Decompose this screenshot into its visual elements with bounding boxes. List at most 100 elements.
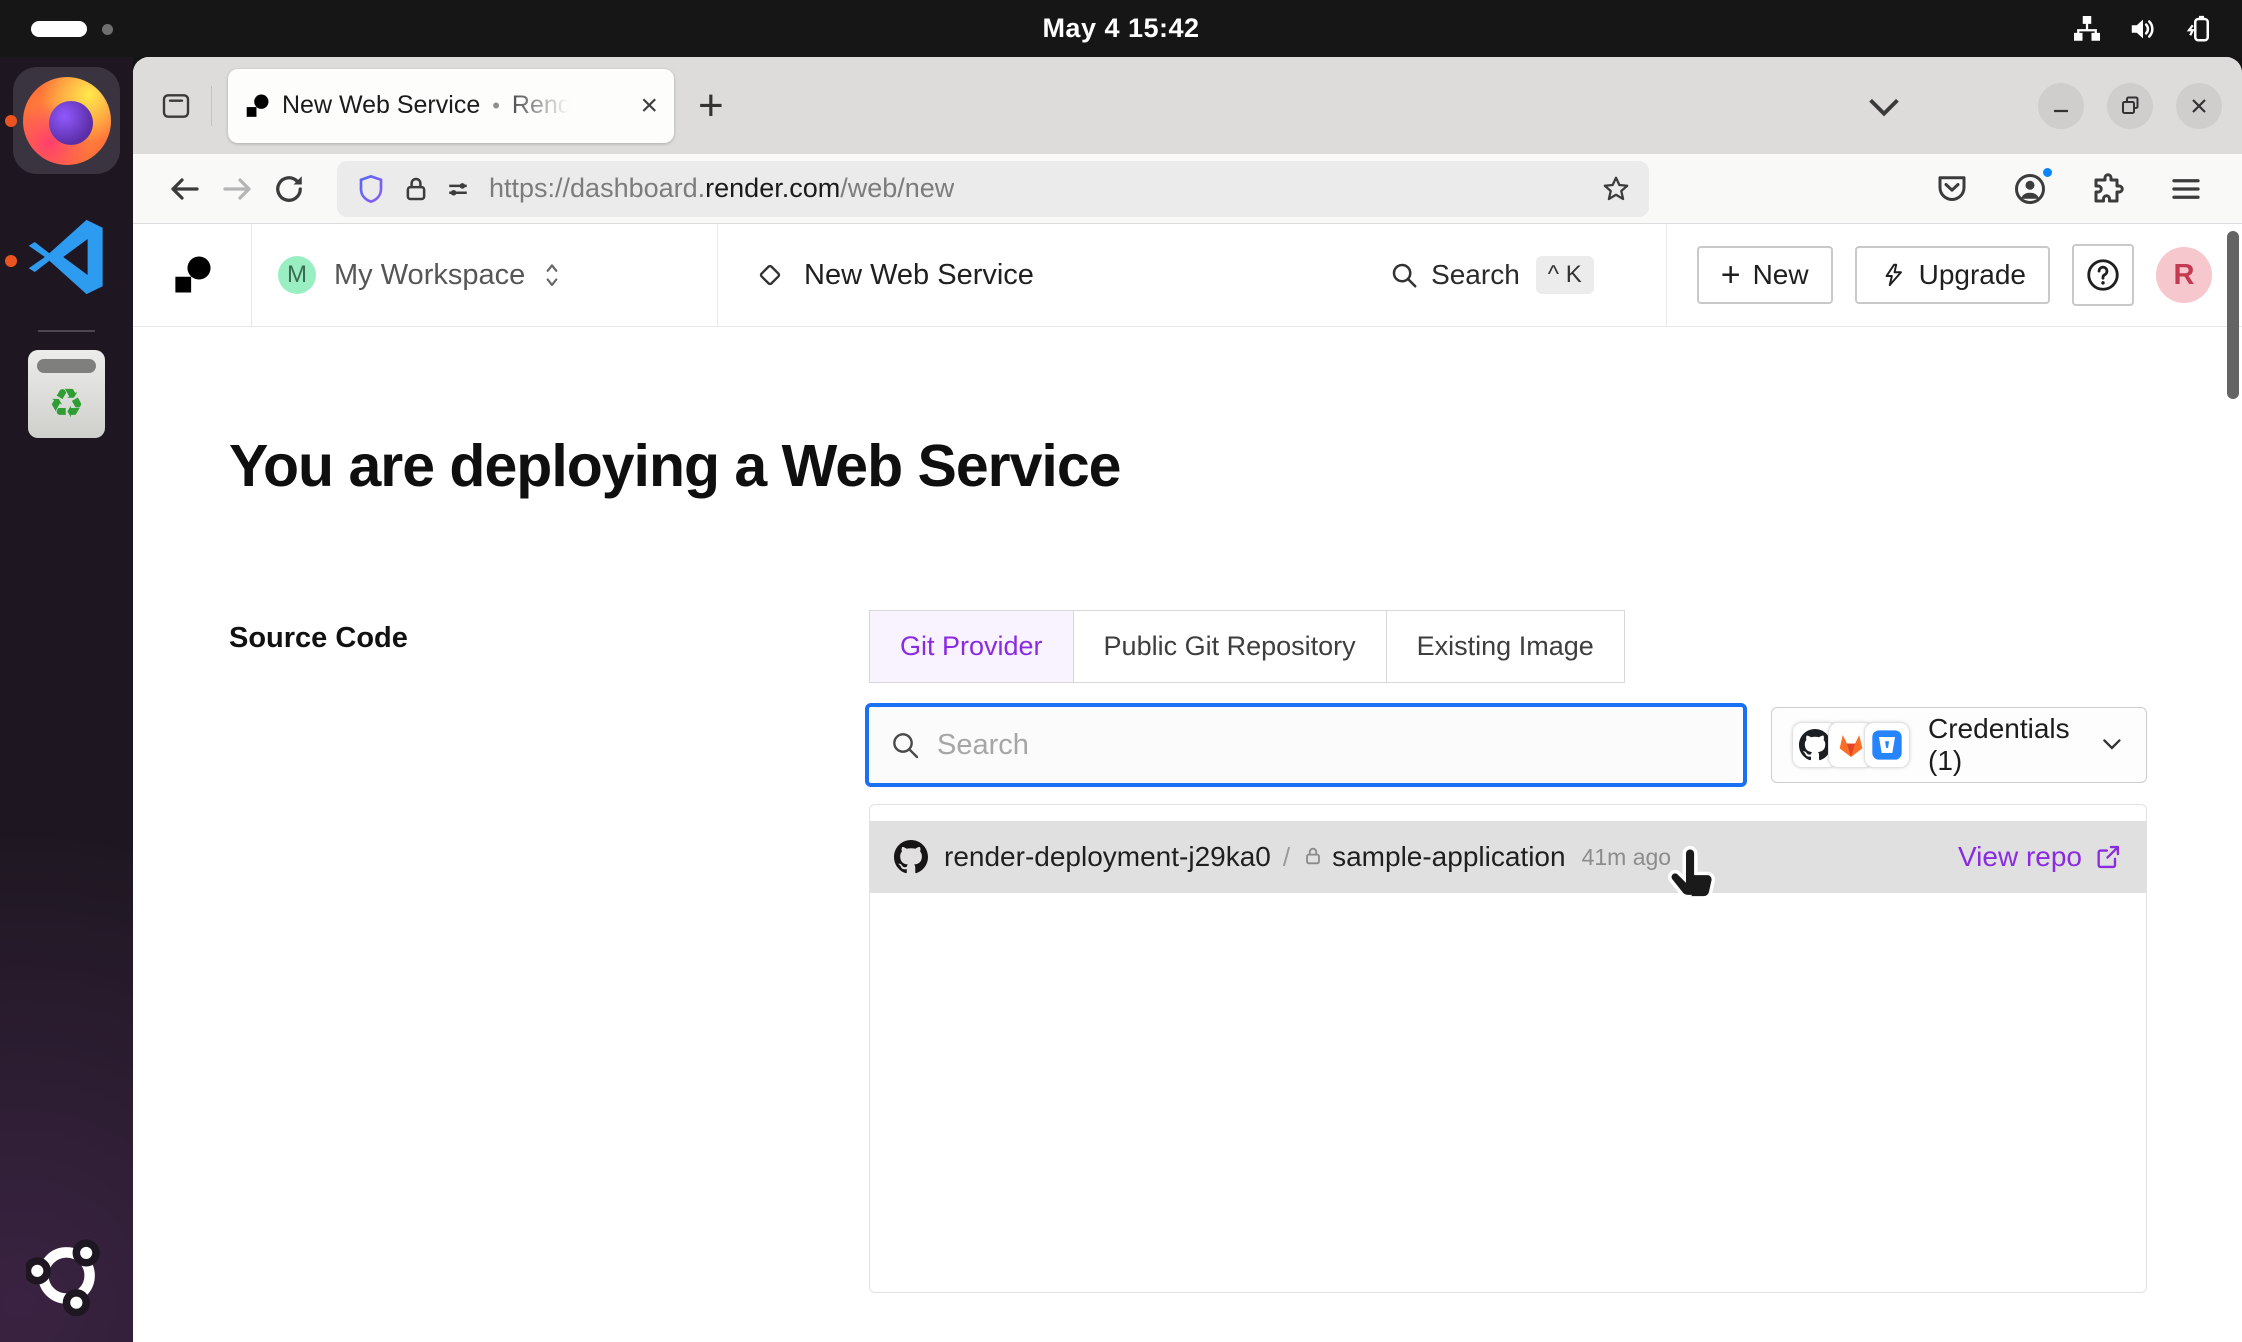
extensions-button[interactable] (2086, 167, 2130, 211)
repo-list-panel: render-deployment-j29ka0 / sample-applic… (869, 804, 2147, 1293)
close-icon (2187, 94, 2211, 118)
repo-updated-time: 41m ago (1582, 844, 1672, 871)
page-title: New Web Service (804, 259, 1034, 292)
firefox-window: New Web Service • Rend × + (133, 57, 2242, 1342)
search-shortcut-badge: ^ K (1536, 256, 1594, 294)
tab-git-provider[interactable]: Git Provider (870, 611, 1074, 682)
firefox-running-indicator (5, 115, 17, 127)
new-tab-button[interactable]: + (698, 84, 724, 128)
tab-close-icon[interactable]: × (640, 91, 658, 121)
tracking-shield-icon[interactable] (355, 173, 387, 205)
bolt-icon (1879, 261, 1907, 289)
url-bar[interactable]: https://dashboard.render.com/web/new (337, 161, 1649, 217)
restore-icon (2118, 94, 2142, 118)
user-avatar[interactable]: R (2156, 247, 2212, 303)
repo-owner: render-deployment-j29ka0 (944, 841, 1271, 873)
vscode-running-indicator (5, 255, 17, 267)
render-logo[interactable] (133, 224, 252, 326)
workspace-switcher[interactable]: M My Workspace (252, 224, 718, 326)
back-arrow-icon (167, 171, 203, 207)
source-code-label: Source Code (229, 622, 408, 655)
view-repo-link[interactable]: View repo (1958, 841, 2122, 873)
desktop: May 4 15:42 ♻ (0, 0, 2242, 1342)
firefox-view-button[interactable] (149, 79, 203, 133)
workspace-name: My Workspace (334, 259, 525, 292)
repo-separator: / (1283, 842, 1290, 873)
tab-title: New Web Service • Rend (282, 91, 572, 120)
credentials-dropdown[interactable]: Credentials (1) (1771, 707, 2147, 783)
lock-icon[interactable] (401, 174, 431, 204)
render-app-header: M My Workspace New Web Service (133, 224, 2242, 327)
workspace-avatar: M (278, 256, 316, 294)
volume-icon[interactable] (2128, 14, 2158, 44)
repo-search-input[interactable] (937, 729, 1723, 762)
ubuntu-logo-icon (26, 1235, 107, 1316)
navigation-toolbar: https://dashboard.render.com/web/new (133, 154, 2242, 224)
firefox-icon (23, 77, 111, 165)
page-scrollbar[interactable] (2227, 231, 2239, 399)
tab-bar: New Web Service • Rend × + (133, 57, 2242, 154)
battery-icon[interactable] (2184, 14, 2214, 44)
permissions-icon[interactable] (443, 174, 473, 204)
repo-search-field[interactable] (865, 703, 1747, 787)
firefox-view-icon (160, 90, 192, 122)
plus-icon: + (1721, 258, 1741, 292)
search-icon (1389, 260, 1419, 290)
provider-chips (1792, 722, 1910, 768)
window-restore-button[interactable] (2107, 83, 2153, 129)
account-button[interactable] (2008, 167, 2052, 211)
back-button[interactable] (159, 163, 211, 215)
source-type-tabs: Git Provider Public Git Repository Exist… (869, 610, 1625, 683)
header-main: New Web Service Search ^ K (718, 224, 1666, 326)
browser-tab[interactable]: New Web Service • Rend × (228, 69, 674, 143)
dock: ♻ (0, 57, 133, 1342)
private-lock-icon (1302, 845, 1324, 869)
dock-item-vscode[interactable] (22, 212, 112, 302)
external-link-icon (2094, 843, 2122, 871)
dock-item-trash[interactable]: ♻ (28, 350, 105, 438)
question-circle-icon (2084, 256, 2122, 294)
account-notification-dot (2040, 165, 2055, 180)
chevron-down-icon (2098, 730, 2126, 760)
recycle-icon: ♻ (28, 376, 105, 432)
new-button[interactable]: + New (1697, 246, 1833, 304)
list-tabs-chevron-icon[interactable] (1861, 83, 1907, 129)
service-diamond-icon (754, 259, 786, 291)
tabbar-divider (211, 86, 212, 126)
upgrade-button[interactable]: Upgrade (1855, 246, 2050, 304)
reload-icon (271, 171, 307, 207)
help-button[interactable] (2072, 244, 2134, 306)
system-top-bar: May 4 15:42 (0, 0, 2242, 57)
tab-public-git-repository[interactable]: Public Git Repository (1074, 611, 1387, 682)
bitbucket-icon (1864, 722, 1910, 768)
credentials-label: Credentials (1) (1928, 713, 2098, 777)
repo-name: sample-application (1332, 841, 1565, 873)
render-favicon (244, 93, 270, 119)
github-icon (894, 840, 928, 874)
window-close-button[interactable] (2176, 83, 2222, 129)
window-minimize-button[interactable] (2038, 83, 2084, 129)
page-heading: You are deploying a Web Service (229, 432, 1120, 500)
reload-button[interactable] (263, 163, 315, 215)
dock-divider (38, 330, 95, 332)
search-label: Search (1431, 259, 1520, 291)
pocket-icon (1934, 171, 1970, 207)
bookmark-star-icon[interactable] (1593, 166, 1639, 212)
menu-button[interactable] (2164, 167, 2208, 211)
repo-row[interactable]: render-deployment-j29ka0 / sample-applic… (870, 821, 2146, 893)
url-text[interactable]: https://dashboard.render.com/web/new (489, 173, 954, 204)
dock-item-app-grid[interactable] (26, 1235, 107, 1316)
network-icon[interactable] (2072, 14, 2102, 44)
dock-item-firefox[interactable] (13, 67, 120, 174)
puzzle-icon (2090, 171, 2126, 207)
global-search-button[interactable]: Search ^ K (1389, 256, 1594, 294)
forward-arrow-icon (219, 171, 255, 207)
header-actions: + New Upgrade R (1666, 224, 2242, 326)
forward-button[interactable] (211, 163, 263, 215)
tab-existing-image[interactable]: Existing Image (1387, 611, 1624, 682)
search-icon (889, 729, 921, 761)
system-clock[interactable]: May 4 15:42 (0, 0, 2242, 57)
pocket-button[interactable] (1930, 167, 1974, 211)
minimize-icon (2049, 94, 2073, 118)
page-content: M My Workspace New Web Service (133, 224, 2242, 1342)
